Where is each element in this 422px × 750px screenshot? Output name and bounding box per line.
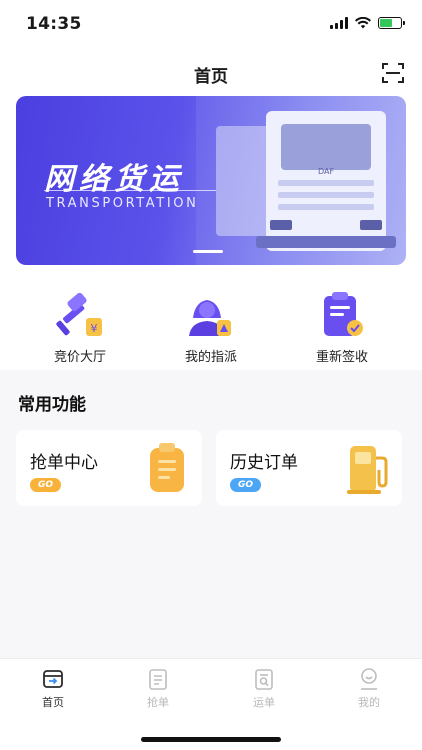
feature-label: 抢单中心 [30, 453, 98, 473]
waybill-tab-icon [255, 669, 273, 690]
wifi-icon [355, 17, 371, 29]
tab-grab-orders[interactable]: 抢单 [118, 667, 198, 710]
re-sign-clipboard-icon [324, 292, 363, 336]
feature-card-grab-orders[interactable]: 抢单中心 GO [16, 430, 202, 506]
page-title: 首页 [194, 67, 228, 87]
quick-action-my-assignments[interactable]: 我的指派 [163, 276, 259, 370]
banner-subtitle: TRANSPORTATION [46, 196, 199, 211]
home-tab-icon [43, 670, 63, 688]
truck-image: DAF [196, 96, 406, 265]
banner-divider [44, 190, 216, 191]
tab-label: 运单 [253, 696, 275, 709]
quick-action-label: 我的指派 [184, 350, 237, 365]
assigned-user-icon [189, 300, 231, 336]
tab-label: 我的 [358, 696, 380, 709]
quick-action-re-sign[interactable]: 重新签收 [294, 276, 390, 370]
svg-text:¥: ¥ [91, 322, 98, 335]
auction-hammer-icon: ¥ [56, 292, 102, 336]
clipboard-icon [150, 443, 184, 492]
tab-label: 抢单 [147, 696, 169, 709]
section-title: 常用功能 [18, 395, 86, 415]
feature-card-order-history[interactable]: 历史订单 GO [216, 430, 402, 506]
feature-label: 历史订单 [230, 453, 298, 473]
tab-profile[interactable]: 我的 [329, 667, 409, 710]
status-bar: 14:35 [0, 0, 422, 52]
grab-order-tab-icon [149, 669, 167, 690]
nav-bar: 首页 [0, 52, 422, 96]
go-badge: GO [30, 478, 62, 492]
fuel-pump-icon [347, 446, 388, 494]
quick-actions: ¥ 竞价大厅 我的指派 重新签收 [0, 276, 422, 370]
tab-waybills[interactable]: 运单 [224, 667, 304, 710]
quick-action-auction-hall[interactable]: ¥ 竞价大厅 [32, 276, 128, 370]
promo-banner[interactable]: DAF 网络货运 TRANSPORTATION [16, 96, 406, 265]
cellular-signal-icon [330, 17, 348, 29]
go-badge: GO [230, 478, 262, 492]
home-indicator [141, 737, 281, 742]
tab-label: 首页 [42, 696, 64, 709]
scan-icon[interactable] [382, 62, 404, 84]
truck-brand-text: DAF [318, 167, 334, 176]
battery-icon [378, 17, 405, 29]
carousel-indicator[interactable] [193, 250, 223, 253]
status-time: 14:35 [26, 14, 82, 34]
banner-title: 网络货运 [44, 162, 184, 197]
quick-action-label: 竞价大厅 [53, 350, 106, 365]
quick-action-label: 重新签收 [315, 350, 368, 365]
profile-tab-icon [361, 668, 377, 690]
tab-home[interactable]: 首页 [13, 667, 93, 710]
status-icons [330, 17, 405, 29]
